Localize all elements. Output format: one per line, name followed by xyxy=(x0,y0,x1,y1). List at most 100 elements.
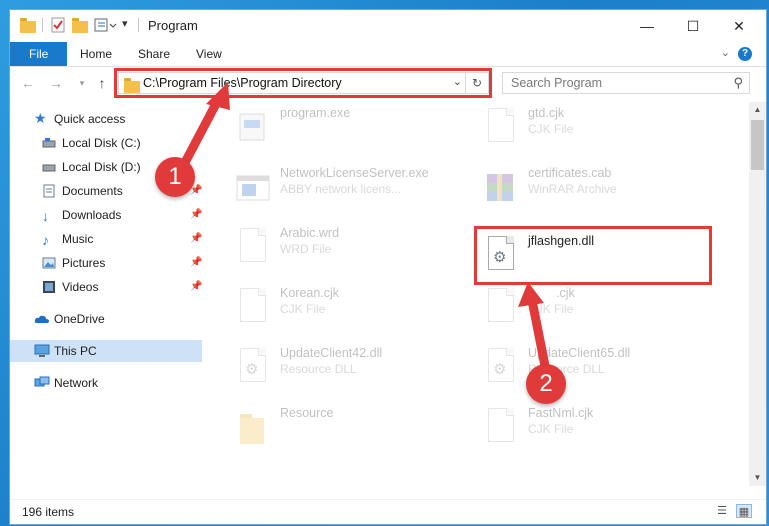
close-button[interactable]: ✕ xyxy=(716,10,762,42)
list-item[interactable]: Resource xyxy=(228,402,468,458)
sidebar-item-network[interactable]: Network xyxy=(10,372,202,394)
title-bar: ▾ Program — ☐ ✕ xyxy=(10,10,766,42)
sidebar-item-label: Downloads xyxy=(62,208,122,222)
pin-icon[interactable]: 📌 xyxy=(190,281,202,292)
dropdown-arrow-icon[interactable]: ▾ xyxy=(122,17,134,35)
cloud-icon xyxy=(34,312,49,326)
large-icons-view-icon[interactable]: ▦ xyxy=(736,504,752,518)
new-folder-icon[interactable] xyxy=(72,17,88,35)
ribbon-tabs: File Home Share View ⌄ ? xyxy=(10,42,766,67)
list-item[interactable]: certificates.cab WinRAR Archive xyxy=(476,162,716,218)
list-item[interactable]: .cjk CJK File xyxy=(476,282,716,338)
list-item[interactable]: Korean.cjk CJK File xyxy=(228,282,468,338)
address-dropdown-icon[interactable]: ⌄ xyxy=(453,75,462,88)
file-type: WRD File xyxy=(280,242,332,256)
list-item[interactable]: program.exe xyxy=(228,102,468,158)
video-icon xyxy=(42,280,56,294)
minimize-button[interactable]: — xyxy=(624,10,670,42)
recent-locations-button[interactable]: ▾ xyxy=(72,73,92,93)
window-title: Program xyxy=(148,18,198,33)
file-name: gtd.cjk xyxy=(528,106,565,120)
list-item[interactable]: ⚙ UpdateClient42.dll Resource DLL xyxy=(228,342,468,398)
sidebar-item-label: OneDrive xyxy=(54,312,105,326)
search-input[interactable]: Search Program ⚲ xyxy=(502,72,750,94)
search-placeholder: Search Program xyxy=(511,76,603,90)
sidebar-item-label: Music xyxy=(62,232,94,246)
folder-icon xyxy=(236,408,270,450)
sidebar-item-label: Documents xyxy=(62,184,123,198)
pin-icon[interactable]: 📌 xyxy=(190,257,202,268)
scroll-down-arrow-icon[interactable]: ▼ xyxy=(749,470,766,486)
divider xyxy=(138,18,139,32)
address-bar[interactable]: C:\Program Files\Program Directory ⌄ ↻ xyxy=(118,72,489,94)
properties-checkmark-icon[interactable] xyxy=(50,17,66,35)
pin-icon[interactable]: 📌 xyxy=(190,209,202,220)
sidebar-item-quick-access[interactable]: ★ Quick access xyxy=(10,108,202,130)
scroll-up-arrow-icon[interactable]: ▲ xyxy=(749,102,766,118)
maximize-button[interactable]: ☐ xyxy=(670,10,716,42)
tab-home[interactable]: Home xyxy=(68,42,124,66)
exe-icon xyxy=(236,108,270,150)
scrollbar-thumb[interactable] xyxy=(751,120,764,170)
file-type: ABBY network licens... xyxy=(280,182,402,196)
sidebar-item-onedrive[interactable]: OneDrive xyxy=(10,308,202,330)
file-name: Arabic.wrd xyxy=(280,226,340,240)
winrar-icon xyxy=(484,168,518,210)
file-type: CJK File xyxy=(528,422,574,436)
search-icon: ⚲ xyxy=(733,75,743,90)
document-icon xyxy=(484,288,518,330)
file-name: program.exe xyxy=(280,106,351,120)
file-name: Resource xyxy=(280,406,334,420)
sidebar-item-videos[interactable]: Videos 📌 xyxy=(10,276,202,298)
vertical-scrollbar[interactable]: ▲ ▼ xyxy=(749,102,766,486)
dll-gear-icon: ⚙ xyxy=(484,348,518,390)
music-icon: ♪ xyxy=(42,232,49,248)
app-window-icon xyxy=(236,168,270,210)
list-item[interactable]: ⚙ UpdateClient65.dll Resource DLL xyxy=(476,342,716,398)
sidebar-item-downloads[interactable]: ↓ Downloads 📌 xyxy=(10,204,202,226)
sidebar-item-label: Quick access xyxy=(54,112,126,126)
list-item[interactable]: Arabic.wrd WRD File xyxy=(228,222,468,278)
step-2-badge: 2 xyxy=(526,364,566,404)
file-name: UpdateClient42.dll xyxy=(280,346,383,360)
address-path[interactable]: C:\Program Files\Program Directory xyxy=(143,76,342,90)
list-item[interactable]: NetworkLicenseServer.exe ABBY network li… xyxy=(228,162,468,218)
documents-icon xyxy=(42,184,56,198)
sidebar-item-label: This PC xyxy=(54,344,97,358)
tab-file[interactable]: File xyxy=(10,42,68,66)
expand-ribbon-icon[interactable]: ⌄ xyxy=(721,46,730,59)
file-name: FastNml.cjk xyxy=(528,406,594,420)
file-type: CJK File xyxy=(528,122,574,136)
folder-icon[interactable] xyxy=(20,17,36,35)
dll-gear-icon: ⚙ xyxy=(236,348,270,390)
forward-button[interactable]: → xyxy=(46,73,66,93)
back-button[interactable]: ← xyxy=(18,73,38,93)
refresh-button[interactable]: ↻ xyxy=(465,73,488,93)
sidebar-item-music[interactable]: ♪ Music 📌 xyxy=(10,228,202,250)
details-view-icon[interactable]: ☰ xyxy=(714,504,730,518)
tab-share[interactable]: Share xyxy=(126,42,182,66)
list-item[interactable]: FastNml.cjk CJK File xyxy=(476,402,716,458)
file-name: certificates.cab xyxy=(528,166,612,180)
navigation-bar: ← → ▾ ↑ C:\Program Files\Program Directo… xyxy=(10,67,766,99)
pc-icon xyxy=(34,344,50,358)
drive-icon xyxy=(42,136,56,150)
sidebar-item-label: Videos xyxy=(62,280,99,294)
sidebar-item-this-pc[interactable]: This PC xyxy=(10,340,202,362)
sidebar-item-pictures[interactable]: Pictures 📌 xyxy=(10,252,202,274)
network-icon xyxy=(34,376,50,390)
sidebar-item-local-disk-c[interactable]: Local Disk (C:) xyxy=(10,132,202,154)
customize-quick-access-icon[interactable] xyxy=(94,17,118,35)
document-icon xyxy=(484,408,518,450)
document-icon xyxy=(236,288,270,330)
file-type: Resource DLL xyxy=(280,362,357,376)
tab-view[interactable]: View xyxy=(184,42,234,66)
pin-icon[interactable]: 📌 xyxy=(190,233,202,244)
file-name: NetworkLicenseServer.exe xyxy=(280,166,429,180)
list-item[interactable]: gtd.cjk CJK File xyxy=(476,102,716,158)
sidebar-item-label: Local Disk (C:) xyxy=(62,136,141,150)
help-icon[interactable]: ? xyxy=(738,47,752,61)
step-1-badge: 1 xyxy=(155,157,195,197)
file-type: WinRAR Archive xyxy=(528,182,617,196)
up-button[interactable]: ↑ xyxy=(92,73,112,93)
